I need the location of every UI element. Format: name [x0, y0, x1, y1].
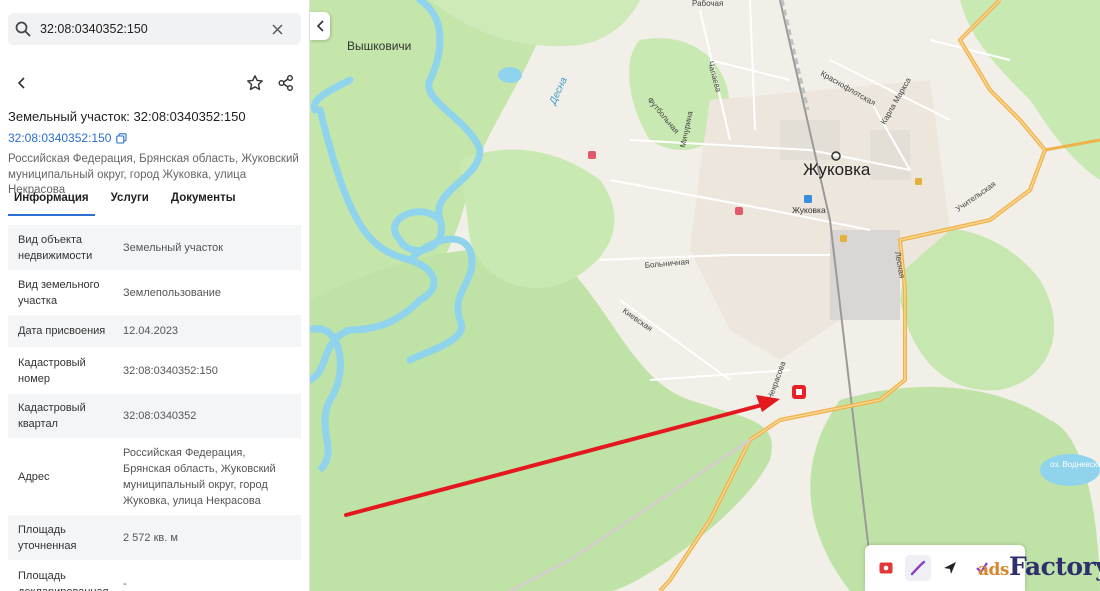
label-village: Вышковичи [347, 39, 411, 53]
search-icon [8, 13, 38, 45]
table-row: Кадастровый квартал 32:08:0340352 [8, 394, 301, 439]
watermark-logo: adsFactory [978, 552, 1100, 581]
row-value: Российская Федерация, Брянская область, … [123, 446, 276, 507]
table-row: Дата присвоения 12.04.2023 [8, 315, 301, 348]
tabs: Информация Услуги Документы [8, 192, 242, 216]
info-panel: Земельный участок: 32:08:0340352:150 32:… [0, 0, 310, 591]
row-value: 32:08:0340352 [123, 410, 197, 422]
tab-info[interactable]: Информация [8, 192, 95, 216]
record-icon [879, 562, 893, 574]
search-bar [8, 13, 301, 45]
table-row: Площадь декларированная - [8, 561, 301, 591]
table-row: Вид объекта недвижимости Земельный участо… [8, 225, 301, 271]
chevron-left-icon [316, 20, 324, 32]
label-city: Жуковка [803, 160, 871, 179]
row-key: Дата присвоения [18, 325, 106, 337]
tab-documents[interactable]: Документы [165, 192, 242, 216]
tab-services[interactable]: Услуги [105, 192, 155, 216]
row-value: 2 572 кв. м [123, 531, 178, 544]
label-lake: оз. Водневское [1050, 460, 1100, 469]
cadastral-number-text[interactable]: 32:08:0340352:150 [8, 131, 111, 145]
share-button[interactable] [272, 69, 300, 97]
page-title: Земельный участок: 32:08:0340352:150 [8, 109, 246, 124]
pen-icon [910, 560, 926, 576]
row-key: Вид объекта недвижимости [18, 233, 93, 262]
label-station: Жуковка [792, 205, 826, 215]
arrow-tool-button[interactable] [937, 555, 963, 581]
row-value: Земельный участок [123, 241, 224, 254]
chevron-left-icon [17, 77, 25, 89]
map-view[interactable]: Вышковичи Жуковка Жуковка Десна оз. Водн… [310, 0, 1100, 591]
row-key: Вид земельного участка [18, 278, 100, 307]
lake [1040, 454, 1100, 486]
info-table: Вид объекта недвижимости Земельный участо… [8, 225, 301, 591]
watermark-prefix: ads [978, 560, 1009, 580]
send-icon [944, 562, 956, 574]
table-row: Вид земельного участка Землепользование [8, 271, 301, 315]
star-icon [247, 75, 263, 91]
record-tool-button[interactable] [873, 555, 899, 581]
row-value: Землепользование [123, 286, 222, 299]
row-key: Площадь уточненная [18, 523, 77, 552]
watermark-brand: Factory [1008, 552, 1100, 581]
row-key: Площадь декларированная [18, 569, 109, 591]
table-row: Кадастровый номер 32:08:0340352:150 [8, 348, 301, 394]
row-key: Адрес [18, 470, 50, 483]
row-key: Кадастровый номер [18, 356, 86, 385]
share-icon [278, 75, 293, 91]
label-street: Рабочая [692, 0, 723, 8]
collapse-panel-button[interactable] [310, 12, 330, 40]
row-key: Кадастровый квартал [18, 402, 86, 430]
copy-icon[interactable] [116, 132, 127, 144]
table-row: Адрес Российская Федерация, Брянская обла… [8, 439, 301, 515]
cadastral-number-link[interactable]: 32:08:0340352:150 [8, 131, 127, 145]
search-input[interactable] [38, 22, 263, 36]
map-canvas[interactable]: Вышковичи Жуковка Жуковка Десна оз. Водн… [310, 0, 1100, 591]
station-icon [804, 195, 812, 203]
close-icon[interactable] [263, 13, 291, 45]
row-value: 32:08:0340352:150 [123, 364, 218, 377]
back-button[interactable] [8, 69, 36, 97]
table-row: Площадь уточненная 2 572 кв. м [8, 515, 301, 561]
favorite-button[interactable] [241, 69, 269, 97]
row-value: 12.04.2023 [123, 325, 179, 337]
row-value: - [123, 577, 127, 590]
pen-tool-button[interactable] [905, 555, 931, 581]
